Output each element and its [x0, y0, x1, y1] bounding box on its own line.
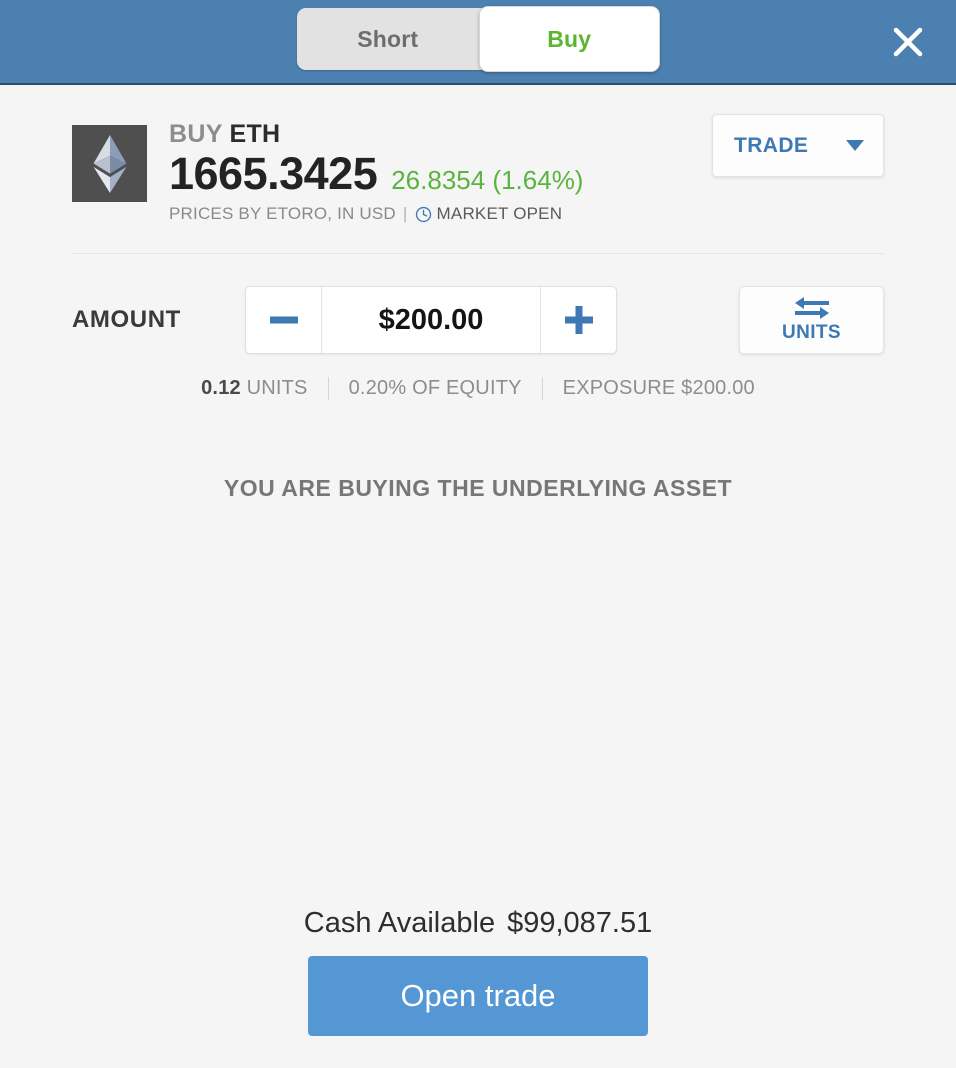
toggle-option-short[interactable]: Short [297, 8, 479, 70]
trade-stats: 0.12 UNITS 0.20% OF EQUITY EXPOSURE $200… [0, 377, 956, 400]
minus-icon [269, 316, 298, 324]
toggle-option-buy-label: Buy [547, 25, 592, 52]
asset-logo [72, 125, 147, 202]
asset-symbol-label: ETH [229, 120, 281, 148]
prices-source-label: PRICES BY ETORO, IN USD [169, 204, 396, 223]
swap-arrows-icon [794, 296, 829, 319]
asset-direction-label: BUY [169, 120, 230, 148]
stat-equity: 0.20% OF EQUITY [348, 377, 522, 399]
amount-decrement-button[interactable] [246, 287, 322, 353]
trade-dialog: Short Buy BUY ETH 1665.3425 26.8354 (1.6… [0, 0, 956, 1068]
cash-available-amount: $99,087.51 [507, 907, 653, 939]
chevron-down-icon [846, 140, 864, 151]
amount-stepper[interactable]: $200.00 [245, 286, 617, 354]
market-status-label: MARKET OPEN [436, 204, 563, 223]
ethereum-logo-icon [93, 134, 126, 193]
dialog-footer: Cash Available $99,087.51 Open trade [0, 907, 956, 1036]
close-button[interactable] [882, 16, 934, 68]
clock-icon [415, 206, 432, 223]
underlying-asset-notice: YOU ARE BUYING THE UNDERLYING ASSET [223, 475, 733, 501]
cash-available-row: Cash Available $99,087.51 [0, 907, 956, 940]
amount-label: AMOUNT [72, 306, 181, 333]
meta-separator: | [402, 204, 408, 223]
plus-icon [564, 306, 593, 334]
dialog-header: Short Buy [0, 0, 956, 85]
stat-separator-1 [327, 377, 329, 400]
toggle-option-buy[interactable]: Buy [478, 6, 660, 72]
amount-section: AMOUNT $200.00 UNITS [0, 254, 956, 354]
units-toggle-label: UNITS [782, 321, 841, 343]
stat-exposure: EXPOSURE $200.00 [562, 377, 755, 399]
trade-type-dropdown[interactable]: TRADE [712, 114, 884, 177]
units-toggle-button[interactable]: UNITS [739, 286, 884, 354]
stat-units-label: UNITS [240, 377, 308, 399]
asset-meta: PRICES BY ETORO, IN USD | MARKET OPEN [169, 204, 884, 224]
amount-increment-button[interactable] [540, 287, 616, 353]
amount-input[interactable]: $200.00 [322, 287, 540, 353]
asset-change: 26.8354 (1.64%) [391, 164, 584, 195]
toggle-option-short-label: Short [357, 25, 419, 52]
cash-available-label: Cash Available [303, 907, 496, 939]
stat-units: 0.12 UNITS [201, 377, 308, 400]
open-trade-button[interactable]: Open trade [308, 956, 648, 1036]
trade-type-label: TRADE [734, 133, 809, 157]
asset-summary: BUY ETH 1665.3425 26.8354 (1.64%) PRICES… [0, 85, 956, 224]
stat-units-value: 0.12 [201, 377, 241, 399]
close-icon [893, 27, 923, 56]
direction-toggle[interactable]: Short Buy [297, 6, 660, 72]
stat-separator-2 [541, 377, 543, 400]
asset-price: 1665.3425 [169, 147, 378, 199]
